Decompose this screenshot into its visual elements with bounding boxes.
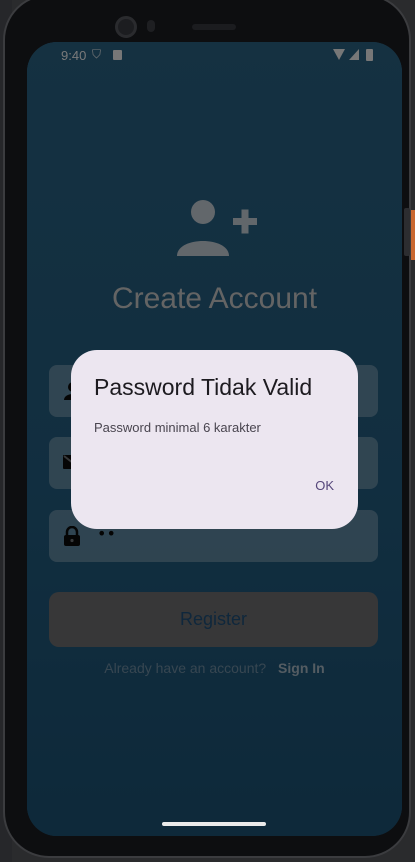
home-indicator[interactable] xyxy=(162,822,266,826)
dialog-title: Password Tidak Valid xyxy=(94,374,313,400)
ok-button[interactable]: OK xyxy=(313,474,336,497)
ide-accent xyxy=(411,210,415,260)
front-camera xyxy=(115,16,137,38)
dialog-message: Password minimal 6 karakter xyxy=(94,420,261,435)
phone-screen: 9:40 ⛉ Create Account •• Register Alread… xyxy=(27,42,402,836)
side-button xyxy=(404,208,410,256)
camera-sensor xyxy=(147,20,155,32)
phone-frame: 9:40 ⛉ Create Account •• Register Alread… xyxy=(3,0,411,858)
alert-dialog: Password Tidak Valid Password minimal 6 … xyxy=(71,350,358,529)
earpiece-speaker xyxy=(192,24,236,30)
